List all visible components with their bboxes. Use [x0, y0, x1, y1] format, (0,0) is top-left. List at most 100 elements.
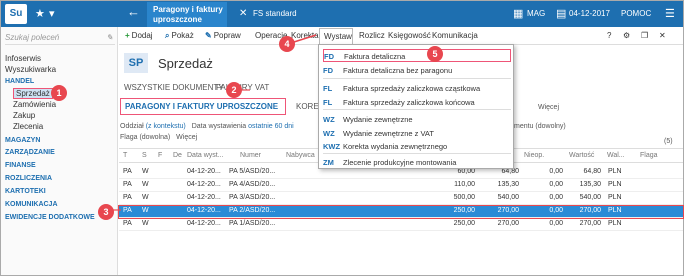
- page-badge: SP: [124, 53, 148, 73]
- col-unpaid[interactable]: Nieop.: [524, 152, 544, 159]
- pin-icon[interactable]: ✎: [106, 31, 113, 45]
- nav-section-zarzadzanie[interactable]: ZARZĄDZANIE: [5, 149, 55, 156]
- filter-oddzial-value[interactable]: (z kontekstu): [146, 123, 186, 130]
- col-number[interactable]: Numer: [240, 152, 261, 159]
- cell-number: PA 4/ASD/20...: [229, 181, 276, 188]
- nav-infoserwis[interactable]: Infoserwis: [5, 54, 41, 63]
- help-button[interactable]: ?: [607, 31, 611, 40]
- table-row[interactable]: PA W 04-12-20... PA 1/ASD/20... 250,00 270,00…: [119, 219, 683, 231]
- subtab-paragony[interactable]: PARAGONY I FAKTURY UPROSZCZONE: [120, 98, 286, 115]
- cell-unpaid: 0,00: [549, 181, 563, 188]
- back-arrow-icon[interactable]: ←: [127, 4, 140, 19]
- issue-dropdown: FD Faktura detaliczna FD Faktura detaliczna…: [318, 44, 514, 169]
- filter-bar-2: Flaga (dowolna) Więcej: [120, 134, 197, 141]
- filter-doc-type[interactable]: mentu (dowolny): [514, 123, 566, 130]
- cell-status: W: [142, 181, 149, 188]
- cell-gross: 270,00: [497, 207, 519, 214]
- dropdown-item[interactable]: FD Faktura detaliczna bez paragonu: [323, 64, 511, 77]
- search-placeholder: Szukaj poleceń: [5, 33, 60, 42]
- cell-date: 04-12-20...: [187, 220, 221, 227]
- cell-value: 540,00: [579, 194, 601, 201]
- tab-paragony[interactable]: Paragony i faktury uproszczone ✕: [147, 2, 247, 27]
- callout-1-line: [67, 88, 121, 94]
- col-de[interactable]: De: [173, 152, 182, 159]
- settle-menu[interactable]: Rozlicz: [359, 31, 385, 40]
- dropdown-item-label: Faktura sprzedaży zaliczkowa końcowa: [343, 98, 475, 107]
- nav-item-zlecenia[interactable]: Zlecenia: [13, 122, 43, 131]
- dropdown-item[interactable]: ZM Zlecenie produkcyjne montowania: [323, 156, 511, 169]
- nav-item-sprzedaz[interactable]: Sprzedaż: [13, 88, 53, 99]
- cell-gross: 270,00: [497, 220, 519, 227]
- star-icon[interactable]: ★: [35, 7, 45, 20]
- cell-date: 04-12-20...: [187, 194, 221, 201]
- cell-gross: 135,30: [497, 181, 519, 188]
- col-t[interactable]: T: [123, 152, 127, 159]
- col-flag[interactable]: Flaga: [640, 152, 658, 159]
- left-navigation: Szukaj poleceń ✎ Infoserwis Wyszukiwarka …: [1, 27, 118, 275]
- dropdown-item[interactable]: FD Faktura detaliczna: [323, 49, 511, 62]
- cell-currency: PLN: [608, 168, 622, 175]
- col-currency[interactable]: Wal...: [607, 152, 625, 159]
- nav-section-finanse[interactable]: FINANSE: [5, 162, 36, 169]
- cell-type: PA: [123, 168, 132, 175]
- nav-item-zamowienia[interactable]: Zamówienia: [13, 100, 56, 109]
- tab-all-documents[interactable]: WSZYSTKIE DOKUMENTY: [124, 83, 224, 92]
- search-input[interactable]: Szukaj poleceń ✎: [5, 31, 115, 45]
- filter-flag[interactable]: Flaga (dowolna): [120, 134, 170, 141]
- dropdown-icon[interactable]: ▾: [49, 7, 55, 20]
- cell-status: W: [142, 194, 149, 201]
- view-button[interactable]: ⌕ Pokaż: [165, 31, 194, 41]
- dropdown-item[interactable]: FL Faktura sprzedaży zaliczkowa cząstkowa: [323, 82, 511, 95]
- nav-section-rozliczenia[interactable]: ROZLICZENIA: [5, 175, 52, 182]
- dropdown-item[interactable]: WZ Wydanie zewnętrzne: [323, 113, 511, 126]
- table-row[interactable]: PA W 04-12-20... PA 3/ASD/20... 500,00 540,00…: [119, 193, 683, 205]
- window-icon[interactable]: ❐: [641, 31, 648, 40]
- add-button[interactable]: + Dodaj: [125, 31, 153, 40]
- fix-button[interactable]: ✎ Popraw: [205, 31, 241, 40]
- cell-net: 500,00: [453, 194, 475, 201]
- nav-wyszukiwarka[interactable]: Wyszukiwarka: [5, 65, 56, 74]
- filter-more[interactable]: Więcej: [176, 134, 197, 141]
- nav-section-komunikacja[interactable]: KOMUNIKACJA: [5, 201, 58, 208]
- calendar-icon: ▤: [556, 8, 567, 20]
- settings-icon[interactable]: ⚙: [623, 31, 630, 40]
- issue-menu[interactable]: Wystaw: [319, 28, 353, 45]
- col-s[interactable]: S: [142, 152, 147, 159]
- table-row[interactable]: PA W 04-12-20... PA 2/ASD/20... 250,00 270,00…: [118, 205, 684, 219]
- date-label[interactable]: 04-12-2017: [569, 9, 610, 18]
- cell-number: PA 2/ASD/20...: [229, 207, 276, 214]
- more-link[interactable]: Więcej: [538, 104, 559, 111]
- nav-item-zakup[interactable]: Zakup: [13, 111, 35, 120]
- doc-code-icon: FL: [323, 84, 333, 93]
- table-row[interactable]: PA W 04-12-20... PA 4/ASD/20... 110,00 135,30…: [119, 180, 683, 192]
- nav-section-magazyn[interactable]: MAGAZYN: [5, 137, 40, 144]
- dropdown-item-label: Faktura detaliczna: [344, 52, 406, 61]
- subtab-paragony-label: PARAGONY I FAKTURY UPROSZCZONE: [125, 102, 279, 111]
- dropdown-item[interactable]: KWZ Korekta wydania zewnętrznego: [323, 140, 511, 153]
- filter-date-value[interactable]: ostatnie 60 dni: [248, 123, 294, 130]
- close-icon[interactable]: ✕: [659, 31, 666, 40]
- col-value[interactable]: Wartość: [569, 152, 594, 159]
- nav-section-ewidencje[interactable]: EWIDENCJE DODATKOWE: [5, 214, 95, 221]
- menu-icon[interactable]: ☰: [665, 7, 675, 20]
- dropdown-item[interactable]: WZ Wydanie zewnętrzne z VAT: [323, 127, 511, 140]
- help-link[interactable]: POMOC: [621, 9, 651, 18]
- col-f[interactable]: F: [158, 152, 162, 159]
- dropdown-item-label: Faktura detaliczna bez paragonu: [343, 66, 453, 75]
- tab-fs-standard[interactable]: FS standard: [247, 2, 315, 27]
- nav-section-kartoteki[interactable]: KARTOTEKI: [5, 188, 46, 195]
- doc-code-icon: FL: [323, 98, 333, 107]
- doc-code-icon: WZ: [323, 115, 335, 124]
- col-date[interactable]: Data wyst...: [187, 152, 224, 159]
- dropdown-item[interactable]: FL Faktura sprzedaży zaliczkowa końcowa: [323, 96, 511, 109]
- nav-section-handel[interactable]: HANDEL: [5, 78, 34, 85]
- pencil-icon: ✎: [205, 31, 212, 40]
- fix-label: Popraw: [213, 31, 241, 40]
- col-buyer[interactable]: Nabywca: [286, 152, 315, 159]
- issue-label: Wystaw: [324, 32, 352, 41]
- accounting-menu[interactable]: Księgowość: [388, 31, 431, 40]
- communication-menu[interactable]: Komunikacja: [432, 31, 478, 40]
- company-label[interactable]: MAG: [527, 9, 545, 18]
- toolbar: + Dodaj ⌕ Pokaż ✎ Popraw Operacje Korekta R…: [119, 27, 683, 45]
- building-icon: ▦: [513, 8, 524, 20]
